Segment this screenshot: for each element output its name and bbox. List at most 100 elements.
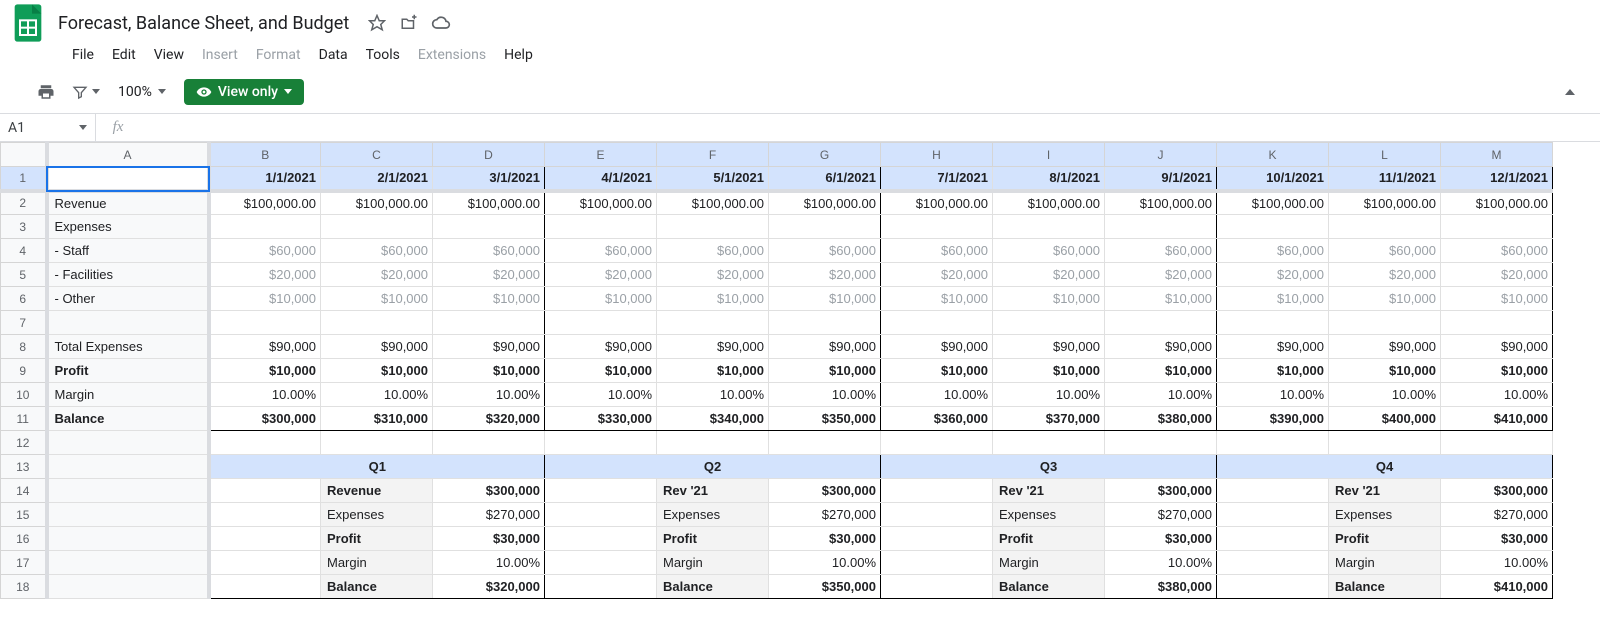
cell[interactable] bbox=[209, 503, 321, 527]
cell[interactable] bbox=[1217, 215, 1329, 239]
cell[interactable]: $10,000 bbox=[433, 287, 545, 311]
cell[interactable]: $10,000 bbox=[1329, 287, 1441, 311]
collapse-toolbar-icon[interactable] bbox=[1556, 78, 1584, 106]
quarter-row-label[interactable]: Expenses bbox=[321, 503, 433, 527]
cell[interactable]: $330,000 bbox=[545, 407, 657, 431]
row-header[interactable]: 16 bbox=[1, 527, 47, 551]
cell[interactable] bbox=[321, 431, 433, 455]
cell[interactable] bbox=[545, 575, 657, 599]
quarter-row-label[interactable]: Profit bbox=[993, 527, 1105, 551]
cell[interactable]: $20,000 bbox=[1329, 263, 1441, 287]
cell[interactable]: 2/1/2021 bbox=[321, 167, 433, 191]
cell[interactable] bbox=[545, 479, 657, 503]
quarter-value[interactable]: 10.00% bbox=[769, 551, 881, 575]
quarter-row-label[interactable]: Margin bbox=[321, 551, 433, 575]
cell[interactable] bbox=[545, 503, 657, 527]
cell[interactable]: $60,000 bbox=[433, 239, 545, 263]
cell[interactable] bbox=[657, 215, 769, 239]
cell[interactable] bbox=[545, 431, 657, 455]
quarter-value[interactable]: 10.00% bbox=[433, 551, 545, 575]
cell[interactable] bbox=[433, 311, 545, 335]
cell[interactable] bbox=[1217, 311, 1329, 335]
cell[interactable]: 10.00% bbox=[657, 383, 769, 407]
cell[interactable]: 7/1/2021 bbox=[881, 167, 993, 191]
cell[interactable]: $100,000.00 bbox=[1105, 191, 1217, 215]
row-header[interactable]: 14 bbox=[1, 479, 47, 503]
cell[interactable] bbox=[209, 431, 321, 455]
cell[interactable] bbox=[209, 551, 321, 575]
col-header[interactable]: E bbox=[545, 143, 657, 167]
name-box[interactable]: A1 bbox=[0, 114, 96, 141]
cell[interactable] bbox=[881, 431, 993, 455]
quarter-value[interactable]: $270,000 bbox=[1441, 503, 1553, 527]
row-header[interactable]: 5 bbox=[1, 263, 47, 287]
cell[interactable]: $10,000 bbox=[1105, 287, 1217, 311]
cell[interactable]: $380,000 bbox=[1105, 407, 1217, 431]
cell[interactable] bbox=[47, 431, 209, 455]
cell[interactable] bbox=[1105, 311, 1217, 335]
cell[interactable]: $10,000 bbox=[769, 359, 881, 383]
cell[interactable]: $400,000 bbox=[1329, 407, 1441, 431]
cell[interactable] bbox=[433, 215, 545, 239]
cell[interactable] bbox=[209, 479, 321, 503]
quarter-row-label[interactable]: Expenses bbox=[993, 503, 1105, 527]
filter-icon[interactable] bbox=[72, 78, 100, 106]
cell[interactable]: $100,000.00 bbox=[1217, 191, 1329, 215]
cell[interactable]: $10,000 bbox=[881, 287, 993, 311]
quarter-row-label[interactable]: Profit bbox=[1329, 527, 1441, 551]
cell[interactable]: $90,000 bbox=[545, 335, 657, 359]
cell[interactable]: $20,000 bbox=[657, 263, 769, 287]
row-label[interactable]: Margin bbox=[47, 383, 209, 407]
cell[interactable]: $10,000 bbox=[209, 287, 321, 311]
cell[interactable]: $10,000 bbox=[1217, 359, 1329, 383]
cell[interactable]: 11/1/2021 bbox=[1329, 167, 1441, 191]
cell[interactable]: $10,000 bbox=[321, 359, 433, 383]
zoom-dropdown[interactable]: 100% bbox=[112, 80, 172, 104]
cell[interactable]: 10.00% bbox=[209, 383, 321, 407]
quarter-value[interactable]: $300,000 bbox=[1105, 479, 1217, 503]
quarter-row-label[interactable]: Expenses bbox=[657, 503, 769, 527]
col-header[interactable]: C bbox=[321, 143, 433, 167]
col-header[interactable]: L bbox=[1329, 143, 1441, 167]
cell[interactable]: $90,000 bbox=[769, 335, 881, 359]
cell-A1[interactable] bbox=[47, 167, 209, 191]
cell[interactable] bbox=[1329, 431, 1441, 455]
cell[interactable] bbox=[321, 311, 433, 335]
spreadsheet-grid[interactable]: A B C D E F G H I J K L M 1 1/1/2021 2/1… bbox=[0, 142, 1600, 599]
menu-file[interactable]: File bbox=[64, 43, 102, 67]
col-header[interactable]: D bbox=[433, 143, 545, 167]
move-icon[interactable] bbox=[399, 13, 419, 33]
cell[interactable]: $10,000 bbox=[657, 359, 769, 383]
col-header[interactable]: K bbox=[1217, 143, 1329, 167]
cell[interactable]: $20,000 bbox=[769, 263, 881, 287]
quarter-row-label[interactable]: Balance bbox=[993, 575, 1105, 599]
cell[interactable]: $90,000 bbox=[321, 335, 433, 359]
formula-input[interactable] bbox=[140, 114, 1600, 141]
row-header[interactable]: 8 bbox=[1, 335, 47, 359]
cell[interactable]: $60,000 bbox=[321, 239, 433, 263]
cell[interactable]: $10,000 bbox=[321, 287, 433, 311]
cell[interactable] bbox=[545, 551, 657, 575]
cell[interactable] bbox=[1329, 215, 1441, 239]
menu-edit[interactable]: Edit bbox=[104, 43, 144, 67]
quarter-value[interactable]: $30,000 bbox=[433, 527, 545, 551]
cell[interactable] bbox=[993, 431, 1105, 455]
cell[interactable]: $60,000 bbox=[545, 239, 657, 263]
cell[interactable]: $60,000 bbox=[1105, 239, 1217, 263]
cell[interactable]: 4/1/2021 bbox=[545, 167, 657, 191]
col-header[interactable]: H bbox=[881, 143, 993, 167]
quarter-value[interactable]: $30,000 bbox=[1441, 527, 1553, 551]
cell[interactable]: $10,000 bbox=[545, 359, 657, 383]
cell[interactable]: $390,000 bbox=[1217, 407, 1329, 431]
cell[interactable]: $100,000.00 bbox=[657, 191, 769, 215]
cell[interactable]: $10,000 bbox=[433, 359, 545, 383]
cell[interactable]: $10,000 bbox=[993, 359, 1105, 383]
cell[interactable]: 6/1/2021 bbox=[769, 167, 881, 191]
cell[interactable] bbox=[881, 551, 993, 575]
cell[interactable]: $60,000 bbox=[1217, 239, 1329, 263]
cell[interactable] bbox=[47, 551, 209, 575]
cell[interactable]: 10.00% bbox=[321, 383, 433, 407]
cell[interactable]: $90,000 bbox=[657, 335, 769, 359]
cell[interactable]: $100,000.00 bbox=[209, 191, 321, 215]
cell[interactable]: $10,000 bbox=[1441, 287, 1553, 311]
